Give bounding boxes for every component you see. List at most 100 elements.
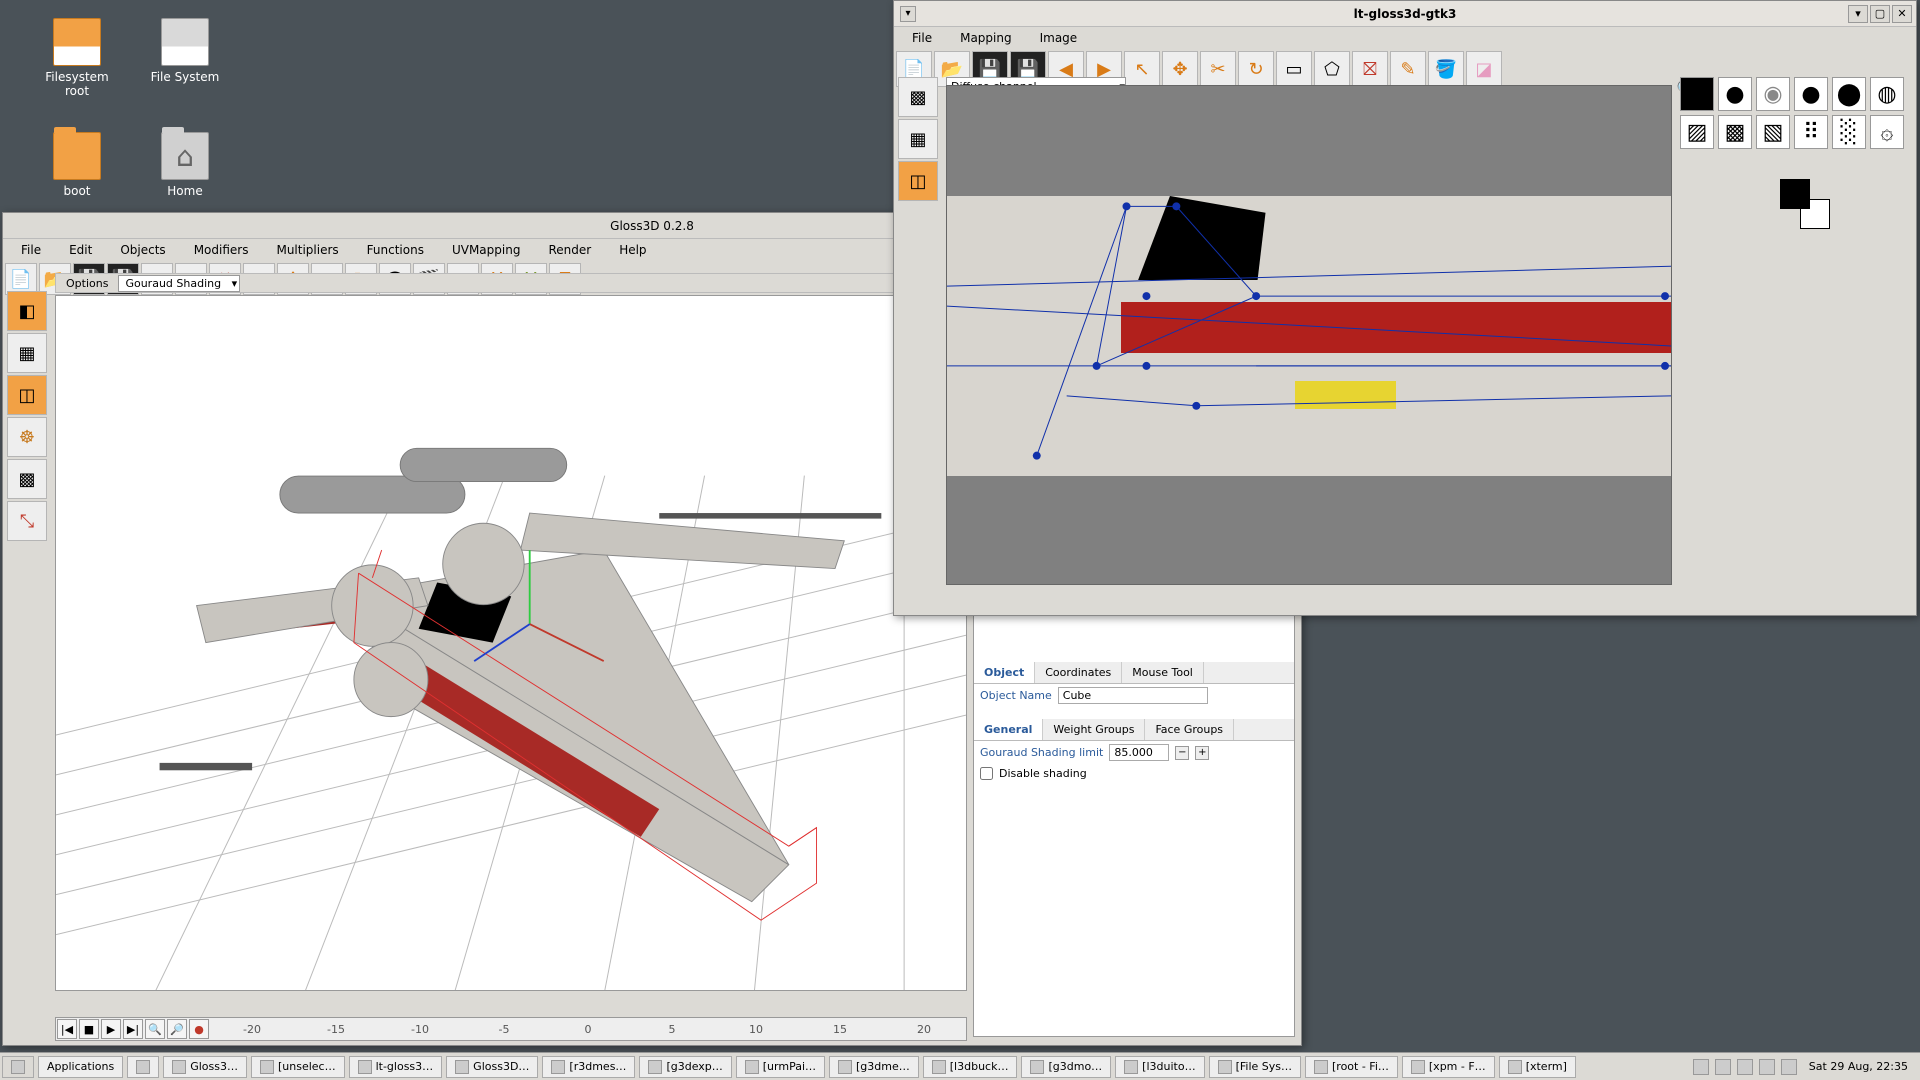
tab-object[interactable]: Object: [974, 662, 1035, 683]
eraser-button[interactable]: ◪: [1466, 51, 1502, 87]
tab-mouse-tool[interactable]: Mouse Tool: [1122, 662, 1204, 683]
menu-modifiers[interactable]: Modifiers: [180, 241, 263, 259]
task-xpm[interactable]: [xpm - F…: [1402, 1056, 1495, 1078]
task-xterm[interactable]: [xterm]: [1499, 1056, 1576, 1078]
pencil-button[interactable]: ✎: [1390, 51, 1426, 87]
menu-file[interactable]: File: [898, 29, 946, 47]
menu-uvmapping[interactable]: UVMapping: [438, 241, 535, 259]
tab-face-groups[interactable]: Face Groups: [1145, 719, 1234, 740]
task-g3dexp[interactable]: [g3dexp…: [639, 1056, 731, 1078]
brush-square[interactable]: [1680, 77, 1714, 111]
gouraud-inc-button[interactable]: +: [1195, 746, 1209, 760]
armature-button[interactable]: ☸: [7, 417, 47, 457]
tab-weight-groups[interactable]: Weight Groups: [1043, 719, 1145, 740]
scale-button[interactable]: ✂: [1200, 51, 1236, 87]
brush-dots[interactable]: ⠿: [1794, 115, 1828, 149]
desktop-icon-fs-root[interactable]: Filesystem root: [32, 18, 122, 98]
menu-render[interactable]: Render: [534, 241, 605, 259]
face-select-button[interactable]: ◫: [7, 375, 47, 415]
network-icon[interactable]: [1737, 1059, 1753, 1075]
desktop-icon-boot[interactable]: boot: [32, 132, 122, 198]
object-mode-button[interactable]: ◧: [7, 291, 47, 331]
minimize-button[interactable]: ▾: [1848, 5, 1868, 23]
rotate-button[interactable]: ↻: [1238, 51, 1274, 87]
timeline-zoom-in-button[interactable]: 🔍: [145, 1019, 165, 1039]
brush-round-dark[interactable]: ⬤: [1832, 77, 1866, 111]
color-swatches[interactable]: [1780, 179, 1830, 229]
move-button[interactable]: ✥: [1162, 51, 1198, 87]
timeline[interactable]: |◀ ■ ▶ ▶| 🔍 🔎 ● -20 -15 -10 -5 0 5 10 15…: [55, 1017, 967, 1041]
timeline-last-button[interactable]: ▶|: [123, 1019, 143, 1039]
bucket-button[interactable]: 🪣: [1428, 51, 1464, 87]
checker-tool-button[interactable]: ▩: [898, 77, 938, 117]
desktop-icon-home[interactable]: Home: [140, 132, 230, 198]
brush-hatch-3[interactable]: ▧: [1756, 115, 1790, 149]
brush-swirl[interactable]: ۞: [1870, 115, 1904, 149]
options-label[interactable]: Options: [56, 277, 118, 290]
gloss3d-viewport[interactable]: [55, 295, 967, 991]
gouraud-dec-button[interactable]: −: [1175, 746, 1189, 760]
task-root-fi[interactable]: [root - Fi…: [1305, 1056, 1398, 1078]
timeline-stop-button[interactable]: ■: [79, 1019, 99, 1039]
clock[interactable]: Sat 29 Aug, 22:35: [1803, 1060, 1914, 1073]
task-g3dme[interactable]: [g3dme…: [829, 1056, 919, 1078]
volume-icon[interactable]: [1781, 1059, 1797, 1075]
task-gloss3d[interactable]: Gloss3…: [163, 1056, 247, 1078]
foreground-color[interactable]: [1780, 179, 1810, 209]
show-desktop-button[interactable]: [127, 1056, 159, 1078]
erase-rect-button[interactable]: ⛝: [1352, 51, 1388, 87]
uv-checker-button[interactable]: ▩: [7, 459, 47, 499]
task-urmpai[interactable]: [urmPai…: [736, 1056, 825, 1078]
menu-file[interactable]: File: [7, 241, 55, 259]
task-l3dbuck[interactable]: [l3dbuck…: [923, 1056, 1018, 1078]
task-lt-gloss3d[interactable]: lt-gloss3…: [349, 1056, 443, 1078]
timeline-record-button[interactable]: ●: [189, 1019, 209, 1039]
brush-round-mid[interactable]: ●: [1794, 77, 1828, 111]
menu-objects[interactable]: Objects: [106, 241, 179, 259]
axes-button[interactable]: ⤡: [7, 501, 47, 541]
gouraud-limit-input[interactable]: [1109, 744, 1169, 761]
applications-button[interactable]: Applications: [38, 1056, 123, 1078]
uv-canvas[interactable]: [946, 85, 1672, 585]
tab-general[interactable]: General: [974, 719, 1043, 740]
brush-ring[interactable]: ◍: [1870, 77, 1904, 111]
pointer-button[interactable]: ↖: [1124, 51, 1160, 87]
lasso-button[interactable]: ⬠: [1314, 51, 1350, 87]
xfce-menu-button[interactable]: [2, 1056, 34, 1078]
close-button[interactable]: ✕: [1892, 5, 1912, 23]
mesh-grid-button[interactable]: ▦: [7, 333, 47, 373]
battery-icon[interactable]: [1759, 1059, 1775, 1075]
menu-functions[interactable]: Functions: [353, 241, 438, 259]
timeline-play-button[interactable]: ▶: [101, 1019, 121, 1039]
brush-round-soft[interactable]: ◉: [1756, 77, 1790, 111]
color-tool-button[interactable]: ◫: [898, 161, 938, 201]
task-g3dmo[interactable]: [g3dmo…: [1021, 1056, 1111, 1078]
task-r3dmes[interactable]: [r3dmes…: [542, 1056, 635, 1078]
tab-coordinates[interactable]: Coordinates: [1035, 662, 1122, 683]
task-filesys[interactable]: [File Sys…: [1209, 1056, 1301, 1078]
task-l3duito[interactable]: [l3duito…: [1115, 1056, 1204, 1078]
task-gloss3d2[interactable]: Gloss3D…: [446, 1056, 538, 1078]
brush-hatch-2[interactable]: ▩: [1718, 115, 1752, 149]
maximize-button[interactable]: ▢: [1870, 5, 1890, 23]
workspace-switcher[interactable]: [1693, 1059, 1709, 1075]
uv-stretch-button[interactable]: ▦: [898, 119, 938, 159]
tray-icon-1[interactable]: [1715, 1059, 1731, 1075]
uv-titlebar[interactable]: ▾ lt-gloss3d-gtk3 ▾ ▢ ✕: [894, 1, 1916, 27]
shading-select[interactable]: Gouraud Shading ▾: [118, 275, 240, 292]
menu-image[interactable]: Image: [1026, 29, 1092, 47]
brush-noise[interactable]: ░: [1832, 115, 1866, 149]
brush-round-hard[interactable]: ●: [1718, 77, 1752, 111]
brush-hatch-1[interactable]: ▨: [1680, 115, 1714, 149]
task-unselec[interactable]: [unselec…: [251, 1056, 345, 1078]
menu-multipliers[interactable]: Multipliers: [262, 241, 352, 259]
object-name-input[interactable]: [1058, 687, 1208, 704]
timeline-zoom-out-button[interactable]: 🔎: [167, 1019, 187, 1039]
disable-shading-checkbox[interactable]: [980, 767, 993, 780]
menu-edit[interactable]: Edit: [55, 241, 106, 259]
desktop-icon-file-system[interactable]: File System: [140, 18, 230, 84]
menu-mapping[interactable]: Mapping: [946, 29, 1026, 47]
menu-help[interactable]: Help: [605, 241, 660, 259]
rect-select-button[interactable]: ▭: [1276, 51, 1312, 87]
timeline-first-button[interactable]: |◀: [57, 1019, 77, 1039]
